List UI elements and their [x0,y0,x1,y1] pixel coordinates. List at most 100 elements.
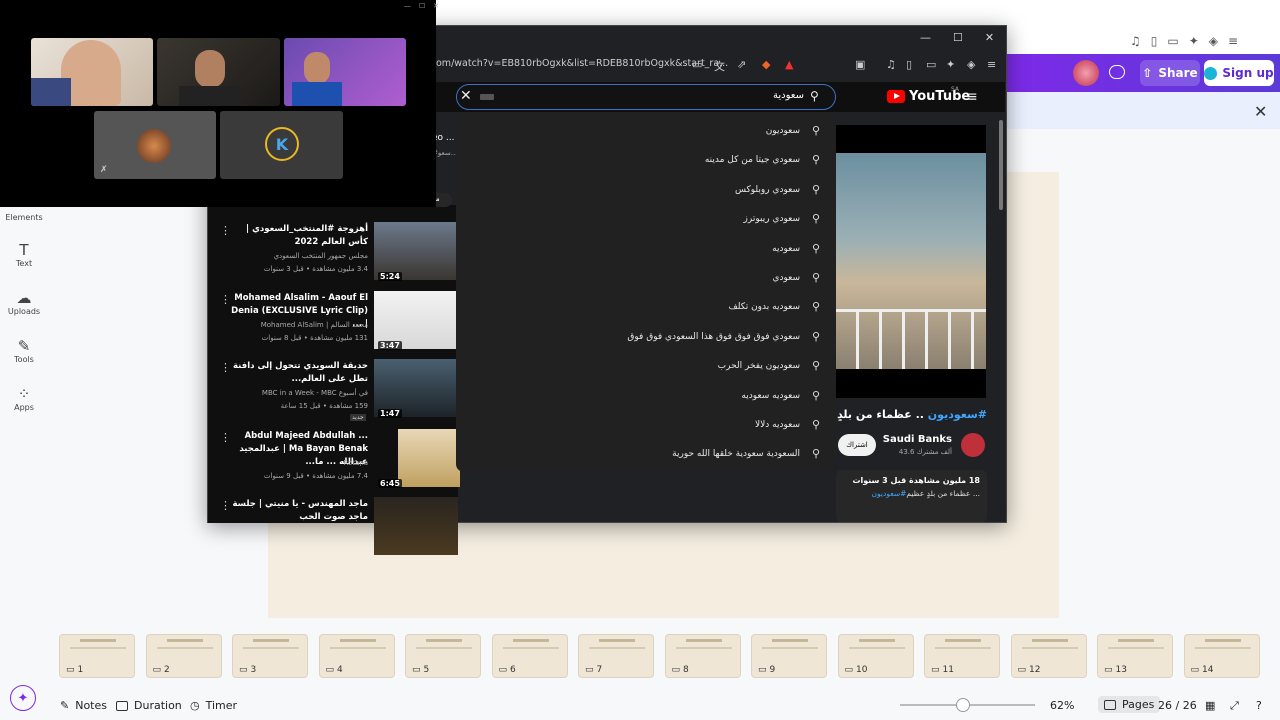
rewards-icon[interactable]: ▲ [785,58,793,71]
music-icon[interactable]: ♫ [1130,34,1141,48]
avatar[interactable] [1073,60,1099,86]
zoom-label: 62% [1050,699,1075,712]
sidebar-item-apps[interactable]: ⁘ Apps [0,385,48,412]
page-thumbnail[interactable]: ▭ 10 [837,634,914,678]
video-thumbnail[interactable] [374,497,458,555]
minimize-icon[interactable]: — [920,31,931,45]
maximize-icon[interactable]: ☐ [419,2,425,10]
notes-button[interactable]: ✎ Notes [60,699,107,712]
duration-button[interactable]: Duration [116,699,182,712]
participant-tile[interactable]: K [220,111,343,179]
suggestion-item[interactable]: سعوديه دلالا [755,420,800,430]
tab-icon[interactable]: ▣ [855,58,865,71]
scrollbar[interactable] [999,120,1003,210]
sidebar-icon[interactable]: ▯ [1151,34,1158,48]
suggestion-item[interactable]: سعوديه بدون تكلف [728,302,800,312]
participant-tile[interactable]: ✗ [94,111,216,179]
url-text[interactable]: om/watch?v=EB810rbOgxk&list=RDEB810rbOgx… [436,58,728,69]
channel-avatar[interactable] [961,433,985,457]
participant-tile[interactable] [284,38,406,106]
sidebar-icon[interactable]: ▯ [906,58,912,71]
browser-menu-icon[interactable]: ≡ [987,58,996,71]
suggestion-item[interactable]: سعودي جيتا من كل مدينه [705,155,800,165]
signup-button[interactable]: Sign up [1204,60,1274,86]
page-thumbnail[interactable]: ▭ 11 [924,634,1000,678]
sidebar-item-uploads[interactable]: ☁ Uploads [0,289,48,316]
share-page-icon[interactable]: ⇗ [737,58,746,71]
page-thumbnail[interactable]: ▭ 2 [145,634,222,678]
video-thumbnail[interactable] [398,429,460,487]
clear-search-icon[interactable]: ✕ [460,88,472,104]
page-thumbnail[interactable]: ▭ 1 [59,634,135,678]
page-thumbnail[interactable]: ▭ 9 [751,634,827,678]
suggestion-item[interactable]: السعودية سعودية خلقها الله حورية [672,449,800,459]
channel-name[interactable]: مجلس جمهور المنتخب السعودي [228,252,368,260]
participant-tile[interactable] [157,38,280,106]
help-icon[interactable]: ? [1256,699,1262,712]
brave-shield-icon[interactable]: ◆ [762,58,770,71]
channel-name[interactable]: Rotana [228,459,368,467]
search-icon[interactable]: ⚲ [810,89,819,103]
page-thumbnail[interactable]: ▭ 7 [578,634,654,678]
sidebar-item-elements[interactable]: Elements [0,213,48,222]
timer-button[interactable]: ◷ Timer [190,699,237,712]
channel-name[interactable]: MBC in a Week - MBC في أسبوع [228,389,368,397]
page-thumbnail[interactable]: ▭ 12 [1010,634,1087,678]
page-thumbnail[interactable]: ▭ 5 [405,634,481,678]
page-number: ▭ 6 [499,665,516,675]
suggestion-item[interactable]: سعودي فوق فوق فوق هذا السعودي فوق فوق [627,332,800,342]
comment-icon[interactable] [1109,65,1125,79]
keyboard-icon[interactable] [480,94,494,100]
video-title[interactable]: أهزوجة #المنتخب_السعودي | كأس العالم 202… [228,223,368,249]
maximize-icon[interactable]: ☐ [953,31,963,45]
video-title-hashtag[interactable]: #سعوديون [928,408,987,421]
page-thumbnail[interactable]: ▭ 4 [318,634,395,678]
translate-icon[interactable]: 文 [714,58,725,74]
suggestion-item[interactable]: سعوديون يفخر الحرب [718,361,800,371]
fullscreen-icon[interactable]: ⤢ [1230,699,1239,713]
suggestion-item[interactable]: سعوديون [766,126,800,136]
subscribe-button[interactable]: اشتراك [838,434,876,456]
minimize-icon[interactable]: — [404,2,411,10]
channel-name[interactable]: Mohamed AlSalim | محمد السالم [228,321,368,329]
install-icon[interactable]: ▭ [692,58,702,71]
wallet-icon[interactable]: ▭ [1167,34,1178,48]
close-icon[interactable]: ✕ [1254,102,1267,121]
menu-icon[interactable]: ≡ [1228,34,1238,48]
wallet-icon[interactable]: ▭ [926,58,936,71]
sidebar-item-tools[interactable]: ✎ Tools [0,337,48,364]
video-title[interactable]: حديقة السويدي تتحول إلى دافنة تطل على ال… [228,360,368,386]
music-icon[interactable]: ♫ [886,58,896,71]
comment-icon: ▭ [931,665,940,675]
participant-tile[interactable] [31,38,153,106]
magic-icon[interactable]: ✦ [10,685,36,711]
shield-icon[interactable]: ◈ [1209,34,1218,48]
close-icon[interactable]: ✕ [433,2,439,10]
suggestion-item[interactable]: سعوديه سعوديه [741,391,800,401]
page-thumbnail[interactable]: ▭ 8 [664,634,741,678]
search-value[interactable]: سعودية [740,90,804,101]
suggestion-item[interactable]: سعودي روبلوكس [735,185,800,195]
description-hashtag[interactable]: #سعوديون [872,489,907,498]
shield-icon[interactable]: ◈ [967,58,975,71]
suggestion-item[interactable]: سعوديه [772,244,800,254]
hamburger-icon[interactable]: ≡ [966,89,978,105]
video-title[interactable]: ماجد المهندس - يا منيتي | جلسة ماجد صوت … [228,498,368,524]
extension-icon[interactable]: ✦ [946,58,955,71]
suggestion-item[interactable]: سعودي ريبوترز [744,214,800,224]
pages-button[interactable]: Pages [1098,696,1161,713]
share-button[interactable]: ⇧ Share [1140,60,1200,86]
suggestion-item[interactable]: سعودي [772,273,800,283]
comment-icon: ▭ [412,665,421,675]
page-thumbnail[interactable]: ▭ 13 [1097,634,1173,678]
sidebar-item-text[interactable]: T Text [0,241,48,268]
extension-icon[interactable]: ✦ [1189,34,1199,48]
grid-view-icon[interactable]: ▦ [1205,699,1215,712]
zoom-value[interactable]: 62% [1050,699,1074,712]
page-thumbnail[interactable]: ▭ 14 [1183,634,1260,678]
video-frame[interactable] [836,153,986,369]
page-thumbnail[interactable]: ▭ 3 [232,634,308,678]
zoom-slider-handle[interactable] [956,698,970,712]
close-icon[interactable]: ✕ [985,31,994,45]
page-thumbnail[interactable]: ▭ 6 [491,634,568,678]
